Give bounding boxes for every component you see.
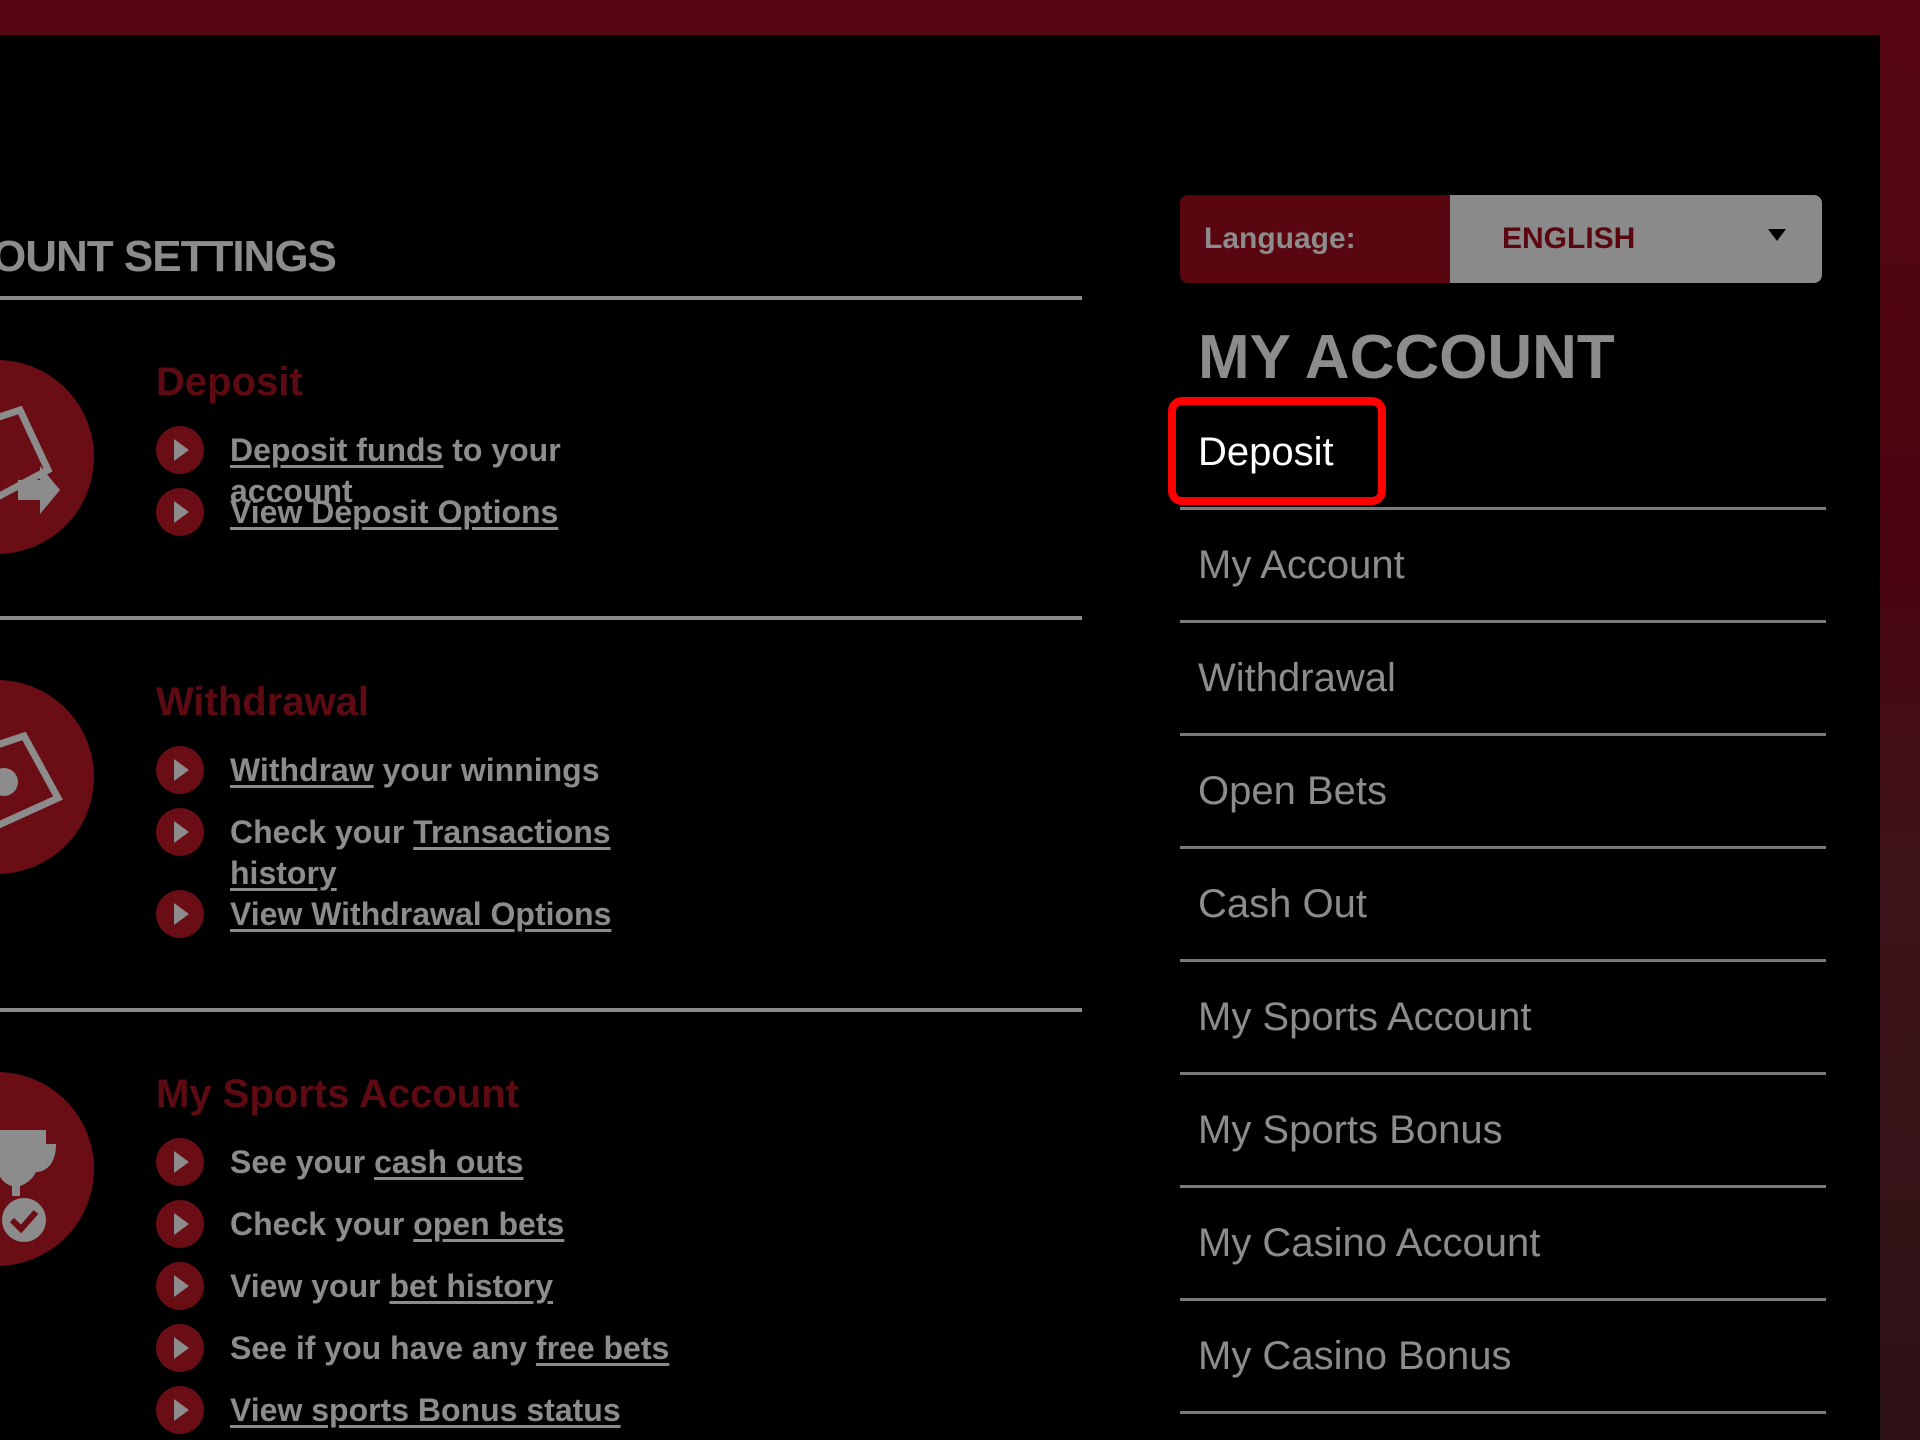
language-selector[interactable]: Language: ENGLISH: [1180, 195, 1822, 283]
view-deposit-options-link[interactable]: View Deposit Options: [230, 494, 558, 530]
play-icon: [156, 746, 204, 794]
background-image: [1880, 0, 1920, 1440]
menu-item-open-bets[interactable]: Open Bets: [1180, 736, 1826, 849]
section-title: My Sports Account: [156, 1072, 519, 1116]
account-settings-title: OUNT SETTINGS: [0, 232, 337, 281]
list-item: View sports Bonus status: [156, 1386, 621, 1434]
play-icon: [156, 1200, 204, 1248]
my-account-title: MY ACCOUNT: [1198, 323, 1615, 392]
play-icon: [156, 1386, 204, 1434]
list-item: View your bet history: [156, 1262, 553, 1310]
caret-down-icon: [1768, 229, 1786, 241]
menu-item-my-account[interactable]: My Account: [1180, 510, 1826, 623]
trophy-check-icon: [0, 1072, 94, 1266]
menu-item-withdrawal[interactable]: Withdrawal: [1180, 623, 1826, 736]
menu-item-cash-out[interactable]: Cash Out: [1180, 849, 1826, 962]
list-item: See your cash outs: [156, 1138, 523, 1186]
divider: [0, 296, 1082, 300]
play-icon: [156, 1138, 204, 1186]
list-item: Check your Transactions history: [156, 808, 690, 894]
play-icon: [156, 808, 204, 856]
bet-history-link[interactable]: bet history: [389, 1268, 553, 1304]
account-menu: Deposit My Account Withdrawal Open Bets …: [1168, 397, 1826, 1414]
view-withdrawal-options-link[interactable]: View Withdrawal Options: [230, 896, 611, 932]
free-bets-link[interactable]: free bets: [536, 1330, 669, 1366]
menu-item-my-sports-bonus[interactable]: My Sports Bonus: [1180, 1075, 1826, 1188]
language-label: Language:: [1180, 195, 1450, 283]
list-item: Withdraw your winnings: [156, 746, 599, 794]
play-icon: [156, 890, 204, 938]
list-item: View Withdrawal Options: [156, 890, 611, 938]
menu-item-deposit[interactable]: Deposit: [1168, 397, 1826, 510]
section-title: Deposit: [156, 360, 303, 404]
language-value: ENGLISH: [1502, 222, 1636, 255]
play-icon: [156, 488, 204, 536]
play-icon: [156, 426, 204, 474]
section-title: Withdrawal: [156, 680, 369, 724]
play-icon: [156, 1262, 204, 1310]
money-arrow-icon: [0, 360, 94, 554]
open-bets-link[interactable]: open bets: [413, 1206, 564, 1242]
language-dropdown[interactable]: ENGLISH: [1450, 195, 1822, 283]
deposit-funds-link[interactable]: Deposit funds: [230, 432, 443, 468]
money-bill-icon: [0, 680, 94, 874]
menu-item-my-casino-bonus[interactable]: My Casino Bonus: [1180, 1301, 1826, 1414]
play-icon: [156, 1324, 204, 1372]
divider: [0, 616, 1082, 620]
divider: [0, 1008, 1082, 1012]
list-item: Check your open bets: [156, 1200, 564, 1248]
sports-bonus-status-link[interactable]: View sports Bonus status: [230, 1392, 621, 1428]
withdraw-link[interactable]: Withdraw: [230, 752, 374, 788]
menu-item-my-casino-account[interactable]: My Casino Account: [1180, 1188, 1826, 1301]
cash-outs-link[interactable]: cash outs: [374, 1144, 523, 1180]
menu-item-my-sports-account[interactable]: My Sports Account: [1180, 962, 1826, 1075]
list-item: See if you have any free bets: [156, 1324, 669, 1372]
list-item: View Deposit Options: [156, 488, 558, 536]
